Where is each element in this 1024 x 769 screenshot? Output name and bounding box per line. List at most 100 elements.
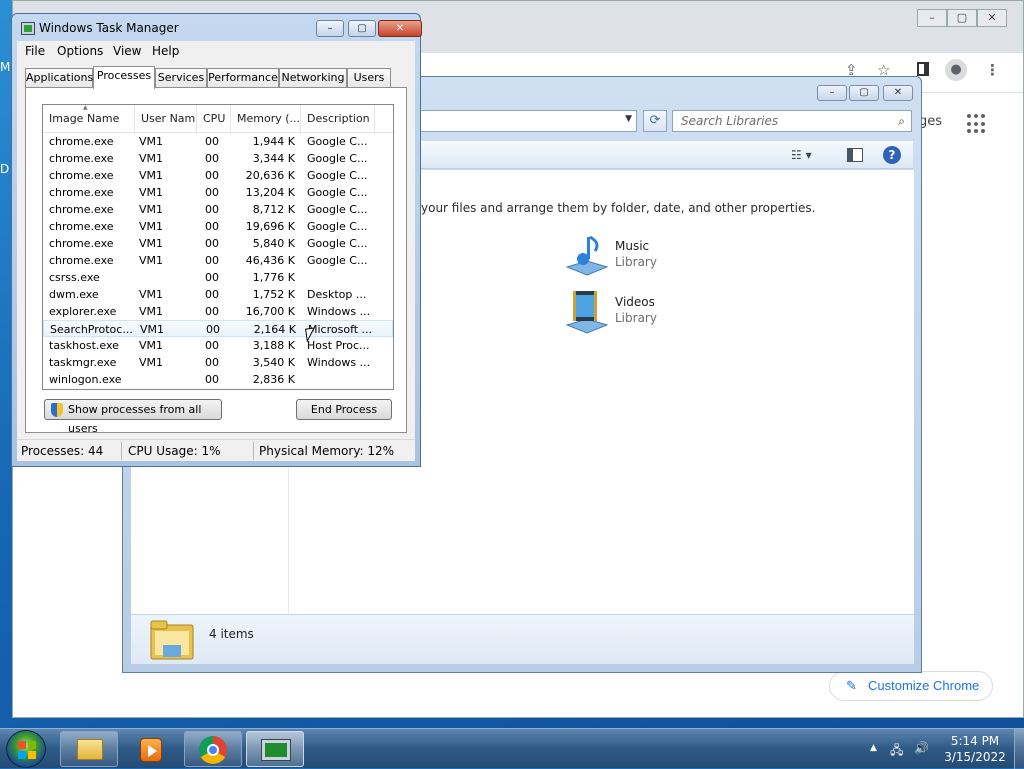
- table-row[interactable]: SearchProtoc... VM1 00 2,164 K Microsoft ...: [43, 320, 393, 337]
- show-desktop-button[interactable]: [1014, 729, 1024, 769]
- column-description[interactable]: Description: [301, 105, 375, 133]
- table-row[interactable]: chrome.exe VM1 00 3,344 K Google C...: [43, 150, 393, 167]
- table-row[interactable]: chrome.exe VM1 00 19,696 K Google C...: [43, 218, 393, 235]
- cell-image: chrome.exe: [49, 186, 114, 199]
- chrome-minimize-button[interactable]: –: [917, 9, 947, 27]
- cell-image: taskmgr.exe: [49, 356, 117, 369]
- tray-arrow-icon[interactable]: ▲: [870, 743, 877, 753]
- process-list[interactable]: ▲ Image Name User Name CPU Memory (... D…: [42, 104, 394, 390]
- status-divider: [121, 442, 122, 460]
- table-row[interactable]: chrome.exe VM1 00 5,840 K Google C...: [43, 235, 393, 252]
- explorer-status-bar: 4 items: [131, 614, 914, 664]
- status-processes: Processes: 44: [21, 444, 104, 458]
- cell-image: chrome.exe: [49, 203, 114, 216]
- menu-options[interactable]: Options: [57, 44, 103, 58]
- help-icon[interactable]: ?: [883, 146, 901, 164]
- column-image-name[interactable]: ▲ Image Name: [43, 105, 135, 133]
- cell-cpu: 00: [206, 323, 220, 336]
- cell-memory: 3,540 K: [252, 356, 295, 369]
- desktop-icon-label-fragment[interactable]: M: [0, 60, 10, 74]
- cell-user: VM1: [139, 186, 164, 199]
- network-icon[interactable]: 🖧: [890, 741, 903, 762]
- cell-memory: 3,188 K: [252, 339, 295, 352]
- table-row[interactable]: dwm.exe VM1 00 1,752 K Desktop ...: [43, 286, 393, 303]
- search-icon[interactable]: ⌕: [898, 111, 905, 131]
- clock-time: 5:14 PM: [950, 734, 1000, 748]
- preview-pane-icon[interactable]: [847, 148, 863, 162]
- tab-performance[interactable]: Performance: [207, 68, 279, 88]
- table-row[interactable]: chrome.exe VM1 00 8,712 K Google C...: [43, 201, 393, 218]
- library-item-music[interactable]: Music Library: [563, 233, 763, 283]
- volume-icon[interactable]: 🔊: [914, 741, 929, 755]
- windows-start-icon[interactable]: [6, 730, 46, 768]
- menu-help[interactable]: Help: [152, 44, 179, 58]
- customize-chrome-button[interactable]: ✎ Customize Chrome: [829, 671, 993, 701]
- table-row[interactable]: explorer.exe VM1 00 16,700 K Windows ...: [43, 303, 393, 320]
- taskbar-task-manager-button[interactable]: [246, 731, 304, 767]
- cell-image: explorer.exe: [49, 305, 117, 318]
- library-item-videos[interactable]: Videos Library: [563, 289, 763, 339]
- taskbar-explorer-button[interactable]: [60, 731, 118, 767]
- ntp-link-pages[interactable]: ges: [919, 114, 942, 129]
- maximize-button[interactable]: ▢: [348, 20, 376, 37]
- tab-processes[interactable]: Processes: [93, 66, 155, 89]
- table-row[interactable]: csrss.exe 00 1,776 K: [43, 269, 393, 286]
- taskbar-clock[interactable]: 5:14 PM 3/15/2022: [940, 733, 1010, 765]
- taskbar-media-player-button[interactable]: [120, 731, 178, 767]
- media-player-icon: [140, 738, 162, 762]
- menu-file[interactable]: File: [25, 44, 45, 58]
- column-memory[interactable]: Memory (...: [231, 105, 301, 133]
- task-manager-client: File Options View Help Applications Proc…: [17, 41, 415, 461]
- table-row[interactable]: chrome.exe VM1 00 20,636 K Google C...: [43, 167, 393, 184]
- tab-users[interactable]: Users: [347, 68, 391, 88]
- cell-cpu: 00: [205, 169, 219, 182]
- library-name: Music: [615, 239, 650, 253]
- taskbar-chrome-button[interactable]: [184, 731, 242, 767]
- chrome-maximize-button[interactable]: ▢: [947, 9, 977, 27]
- refresh-icon[interactable]: ⟳: [643, 110, 667, 132]
- explorer-close-button[interactable]: ✕: [883, 85, 913, 101]
- tab-services[interactable]: Services: [155, 68, 207, 88]
- side-panel-icon[interactable]: [917, 62, 929, 76]
- end-process-button[interactable]: End Process: [296, 399, 392, 420]
- item-count: 4 items: [209, 627, 254, 641]
- apps-grid-icon[interactable]: [967, 114, 987, 134]
- table-row[interactable]: taskmgr.exe VM1 00 3,540 K Windows ...: [43, 354, 393, 371]
- folder-icon: [77, 739, 103, 760]
- cell-memory: 19,696 K: [245, 220, 295, 233]
- close-button[interactable]: ✕: [378, 20, 422, 37]
- status-bar: Processes: 44 CPU Usage: 1% Physical Mem…: [17, 439, 415, 461]
- menu-view[interactable]: View: [113, 44, 141, 58]
- cell-desc: Desktop ...: [307, 288, 367, 301]
- explorer-address-bar[interactable]: ▼: [419, 110, 637, 132]
- table-row[interactable]: chrome.exe VM1 00 46,436 K Google C...: [43, 252, 393, 269]
- address-dropdown-icon[interactable]: ▼: [625, 114, 632, 124]
- view-options-icon[interactable]: ☷ ▾: [791, 148, 812, 162]
- show-all-processes-button[interactable]: Show processes from all users: [44, 399, 222, 435]
- tab-networking[interactable]: Networking: [279, 68, 347, 88]
- cell-cpu: 00: [205, 254, 219, 267]
- clock-date: 3/15/2022: [944, 750, 1006, 764]
- cell-memory: 16,700 K: [245, 305, 295, 318]
- chrome-close-button[interactable]: ✕: [977, 9, 1007, 27]
- tab-applications[interactable]: Applications: [25, 68, 93, 88]
- column-label: Image Name: [49, 112, 120, 125]
- explorer-minimize-button[interactable]: –: [817, 85, 847, 101]
- desktop-icon-label-fragment[interactable]: D: [0, 162, 10, 176]
- process-list-header: ▲ Image Name User Name CPU Memory (... D…: [43, 105, 393, 133]
- cell-memory: 3,344 K: [252, 152, 295, 165]
- folder-icon: [150, 620, 194, 660]
- column-user-name[interactable]: User Name: [135, 105, 197, 133]
- cell-desc: Windows ...: [307, 305, 371, 318]
- profile-icon[interactable]: ●: [945, 59, 967, 81]
- table-row[interactable]: chrome.exe VM1 00 1,944 K Google C...: [43, 133, 393, 150]
- explorer-search-input[interactable]: Search Libraries ⌕: [672, 110, 912, 132]
- explorer-maximize-button[interactable]: ▢: [849, 85, 879, 101]
- table-row[interactable]: taskhost.exe VM1 00 3,188 K Host Proc...: [43, 337, 393, 354]
- minimize-button[interactable]: –: [316, 20, 344, 37]
- table-row[interactable]: chrome.exe VM1 00 13,204 K Google C...: [43, 184, 393, 201]
- menu-dots-icon[interactable]: ⋮: [985, 61, 1000, 79]
- table-row[interactable]: winlogon.exe 00 2,836 K: [43, 371, 393, 388]
- column-cpu[interactable]: CPU: [197, 105, 231, 133]
- cell-desc: Google C...: [307, 203, 368, 216]
